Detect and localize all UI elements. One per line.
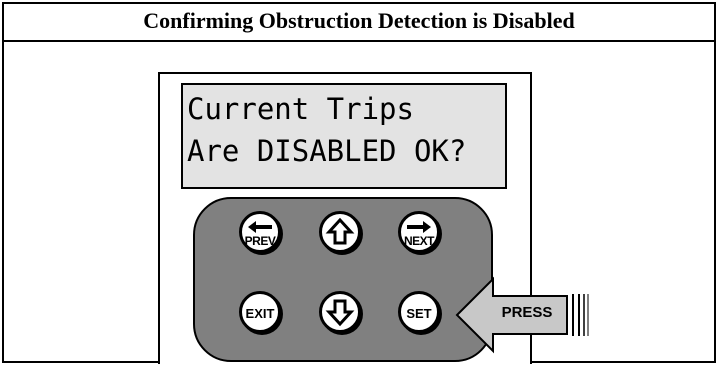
lcd-display: Current Trips Are DISABLED OK? xyxy=(181,83,507,189)
down-button[interactable] xyxy=(319,291,361,333)
prev-button[interactable]: PREV xyxy=(239,211,281,253)
figure-frame: Confirming Obstruction Detection is Disa… xyxy=(2,2,716,364)
display-line-1: Current Trips xyxy=(187,92,414,126)
title-divider xyxy=(4,40,714,42)
display-line-2: Are DISABLED OK? xyxy=(187,134,467,168)
set-label: SET xyxy=(406,306,432,321)
next-button[interactable]: NEXT xyxy=(398,211,440,253)
figure-title: Confirming Obstruction Detection is Disa… xyxy=(143,8,575,33)
exit-button[interactable]: EXIT xyxy=(239,291,281,333)
prev-label: PREV xyxy=(244,234,276,248)
next-label: NEXT xyxy=(403,234,435,248)
keypad: PREV NEXT EXIT SET xyxy=(193,197,493,362)
set-button[interactable]: SET xyxy=(398,291,440,333)
up-arrow-icon xyxy=(325,217,355,245)
exit-label: EXIT xyxy=(245,306,275,321)
up-button[interactable] xyxy=(319,211,361,253)
down-arrow-icon xyxy=(325,299,355,327)
press-label: PRESS xyxy=(501,304,553,321)
